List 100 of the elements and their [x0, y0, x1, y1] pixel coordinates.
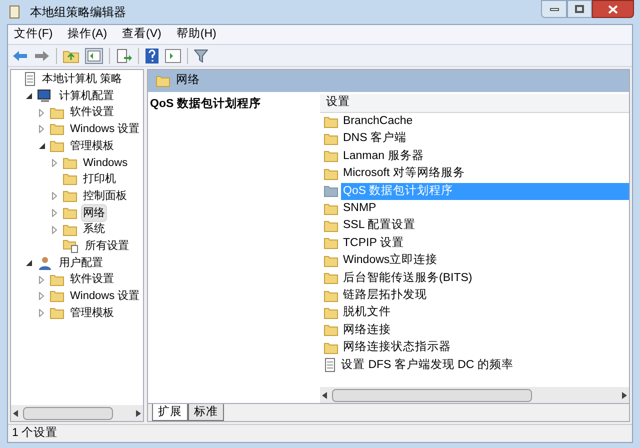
folder-icon	[324, 133, 338, 146]
folder-icon	[324, 324, 338, 336]
tree-item[interactable]: 计算机配置	[57, 86, 116, 106]
description-title: QoS 数据包计划程序	[150, 98, 261, 110]
list-item[interactable]: BranchCache	[341, 113, 629, 130]
tree-item[interactable]: 网络	[81, 204, 107, 222]
folder-icon	[324, 220, 338, 232]
list-item[interactable]: 链路层拓扑发现	[341, 286, 629, 304]
list-item[interactable]: 设置 DFS 客户端发现 DC 的频率	[339, 356, 629, 374]
horizontal-scrollbar[interactable]	[11, 405, 143, 421]
tree-item[interactable]: 系统	[81, 220, 107, 239]
panel-icon[interactable]	[165, 48, 181, 62]
minimize-button[interactable]	[541, 0, 567, 18]
list-item[interactable]: DNS 客户端	[341, 130, 629, 148]
tree-item[interactable]: 管理模板	[68, 304, 116, 322]
tree-item[interactable]: 打印机	[81, 170, 118, 189]
back-arrow-icon[interactable]	[12, 50, 28, 62]
document-icon	[24, 72, 36, 86]
computer-icon	[37, 89, 53, 104]
folder-icon	[324, 254, 338, 267]
tree-item[interactable]: 本地计算机 策略	[40, 70, 124, 89]
scroll-thumb[interactable]	[23, 406, 113, 420]
folder-icon	[50, 140, 64, 152]
expanded-triangle-icon[interactable]	[26, 93, 32, 100]
expanded-triangle-icon[interactable]	[38, 143, 44, 150]
tree-item[interactable]: 用户配置	[57, 254, 105, 272]
tree-item[interactable]: 控制面板	[81, 186, 129, 206]
folder-icon	[324, 342, 338, 354]
folder-icon	[324, 168, 338, 180]
scroll-left-icon[interactable]	[322, 392, 328, 398]
scroll-thumb[interactable]	[332, 388, 532, 402]
document-icon	[324, 358, 336, 372]
list-item[interactable]: 后台智能传送服务(BITS)	[341, 270, 629, 287]
tab[interactable]: 扩展	[152, 404, 188, 421]
folder-icon	[324, 306, 338, 319]
list-item[interactable]: Microsoft 对等网络服务	[341, 165, 629, 182]
forward-arrow-icon[interactable]	[34, 50, 50, 62]
folder-icon	[324, 185, 338, 198]
collapsed-triangle-icon[interactable]	[52, 226, 57, 234]
help-icon[interactable]	[145, 48, 159, 64]
close-icon	[608, 4, 618, 14]
close-button[interactable]	[592, 0, 634, 18]
folder-icon	[324, 116, 338, 128]
tree-item[interactable]: Windows	[81, 154, 130, 172]
list-item[interactable]: 网络连接状态指示器	[341, 339, 629, 356]
list-item[interactable]: SNMP	[341, 200, 629, 218]
collapsed-triangle-icon[interactable]	[39, 292, 44, 300]
menu-item[interactable]: 帮助(H)	[176, 26, 216, 44]
folder-icon	[156, 75, 170, 87]
folder-up-icon[interactable]	[63, 48, 79, 62]
menu-item[interactable]: 查看(V)	[122, 26, 162, 44]
folder-icon	[324, 237, 338, 250]
folder-icon	[324, 272, 338, 284]
collapsed-triangle-icon[interactable]	[52, 158, 57, 167]
collapsed-triangle-icon[interactable]	[52, 192, 57, 200]
expanded-triangle-icon[interactable]	[26, 260, 32, 266]
tree-item[interactable]: 管理模板	[68, 136, 116, 156]
user-icon	[37, 256, 53, 270]
export-list-icon[interactable]	[116, 48, 132, 64]
collapsed-triangle-icon[interactable]	[39, 276, 44, 284]
filter-icon[interactable]	[194, 48, 208, 62]
maximize-button[interactable]	[567, 0, 592, 18]
folder-icon	[63, 224, 77, 236]
folder-icon	[324, 202, 338, 215]
folder-icon	[63, 156, 77, 169]
tree-item[interactable]: Windows 设置	[68, 287, 142, 306]
column-header[interactable]: 设置	[320, 94, 629, 113]
folder-icon	[324, 150, 338, 162]
collapsed-triangle-icon[interactable]	[39, 308, 44, 317]
folder-icon	[50, 290, 64, 302]
tab[interactable]: 标准	[188, 404, 224, 421]
list-item[interactable]: Lanman 服务器	[341, 148, 629, 166]
tree-item[interactable]: 软件设置	[68, 103, 116, 122]
tree-item[interactable]: 所有设置	[83, 236, 131, 256]
folder-icon	[50, 106, 64, 119]
list-item[interactable]: 脱机文件	[341, 304, 629, 322]
status-text: 1 个设置	[12, 426, 58, 441]
scroll-right-icon[interactable]	[135, 410, 141, 416]
folder-icon	[63, 173, 77, 186]
window-title: 本地组策略编辑器	[30, 4, 126, 21]
collapsed-triangle-icon[interactable]	[52, 208, 57, 217]
app-icon	[8, 5, 22, 19]
list-item[interactable]: SSL 配置设置	[341, 217, 629, 235]
scroll-right-icon[interactable]	[621, 392, 627, 398]
folder-icon	[63, 206, 77, 219]
list-item[interactable]: 网络连接	[341, 322, 629, 339]
tree-item[interactable]: Windows 设置	[68, 120, 142, 139]
folder-document-icon	[63, 239, 79, 254]
scroll-left-icon[interactable]	[13, 410, 19, 416]
collapsed-triangle-icon[interactable]	[39, 125, 44, 134]
list-item[interactable]: Windows立即连接	[341, 252, 629, 270]
pane-title: 网络	[176, 72, 200, 88]
list-item[interactable]: TCPIP 设置	[341, 234, 629, 252]
collapsed-triangle-icon[interactable]	[39, 108, 44, 117]
tree-item[interactable]: 软件设置	[68, 270, 116, 289]
horizontal-scrollbar[interactable]	[320, 387, 629, 403]
show-tree-icon[interactable]	[85, 48, 103, 64]
menu-item[interactable]: 操作(A)	[68, 26, 108, 44]
menu-item[interactable]: 文件(F)	[14, 26, 53, 44]
folder-icon	[63, 190, 77, 202]
